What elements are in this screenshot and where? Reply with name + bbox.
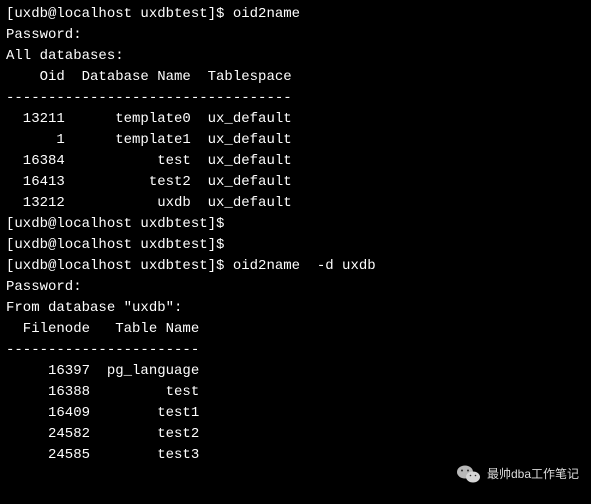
table-row: 24582 test2 xyxy=(6,424,585,445)
prompt-line: [uxdb@localhost uxdbtest]$ oid2name -d u… xyxy=(6,256,585,277)
table-row: 24585 test3 xyxy=(6,445,585,466)
wechat-icon xyxy=(457,464,481,484)
table-row: 16384 test ux_default xyxy=(6,151,585,172)
watermark-text: 最帅dba工作笔记 xyxy=(487,465,579,483)
output-header: From database "uxdb": xyxy=(6,298,585,319)
table-divider: ----------------------- xyxy=(6,340,585,361)
table-header: Filenode Table Name xyxy=(6,319,585,340)
prompt-line: [uxdb@localhost uxdbtest]$ xyxy=(6,214,585,235)
password-prompt: Password: xyxy=(6,277,585,298)
table-row: 16388 test xyxy=(6,382,585,403)
prompt-line: [uxdb@localhost uxdbtest]$ oid2name xyxy=(6,4,585,25)
prompt-line: [uxdb@localhost uxdbtest]$ xyxy=(6,235,585,256)
table-header: Oid Database Name Tablespace xyxy=(6,67,585,88)
table-row: 13212 uxdb ux_default xyxy=(6,193,585,214)
password-prompt: Password: xyxy=(6,25,585,46)
table-row: 16397 pg_language xyxy=(6,361,585,382)
table-row: 1 template1 ux_default xyxy=(6,130,585,151)
output-header: All databases: xyxy=(6,46,585,67)
table-row: 13211 template0 ux_default xyxy=(6,109,585,130)
table-row: 16409 test1 xyxy=(6,403,585,424)
table-row: 16413 test2 ux_default xyxy=(6,172,585,193)
watermark: 最帅dba工作笔记 xyxy=(457,464,579,484)
table-divider: ---------------------------------- xyxy=(6,88,585,109)
terminal-output: [uxdb@localhost uxdbtest]$ oid2name Pass… xyxy=(6,4,585,466)
